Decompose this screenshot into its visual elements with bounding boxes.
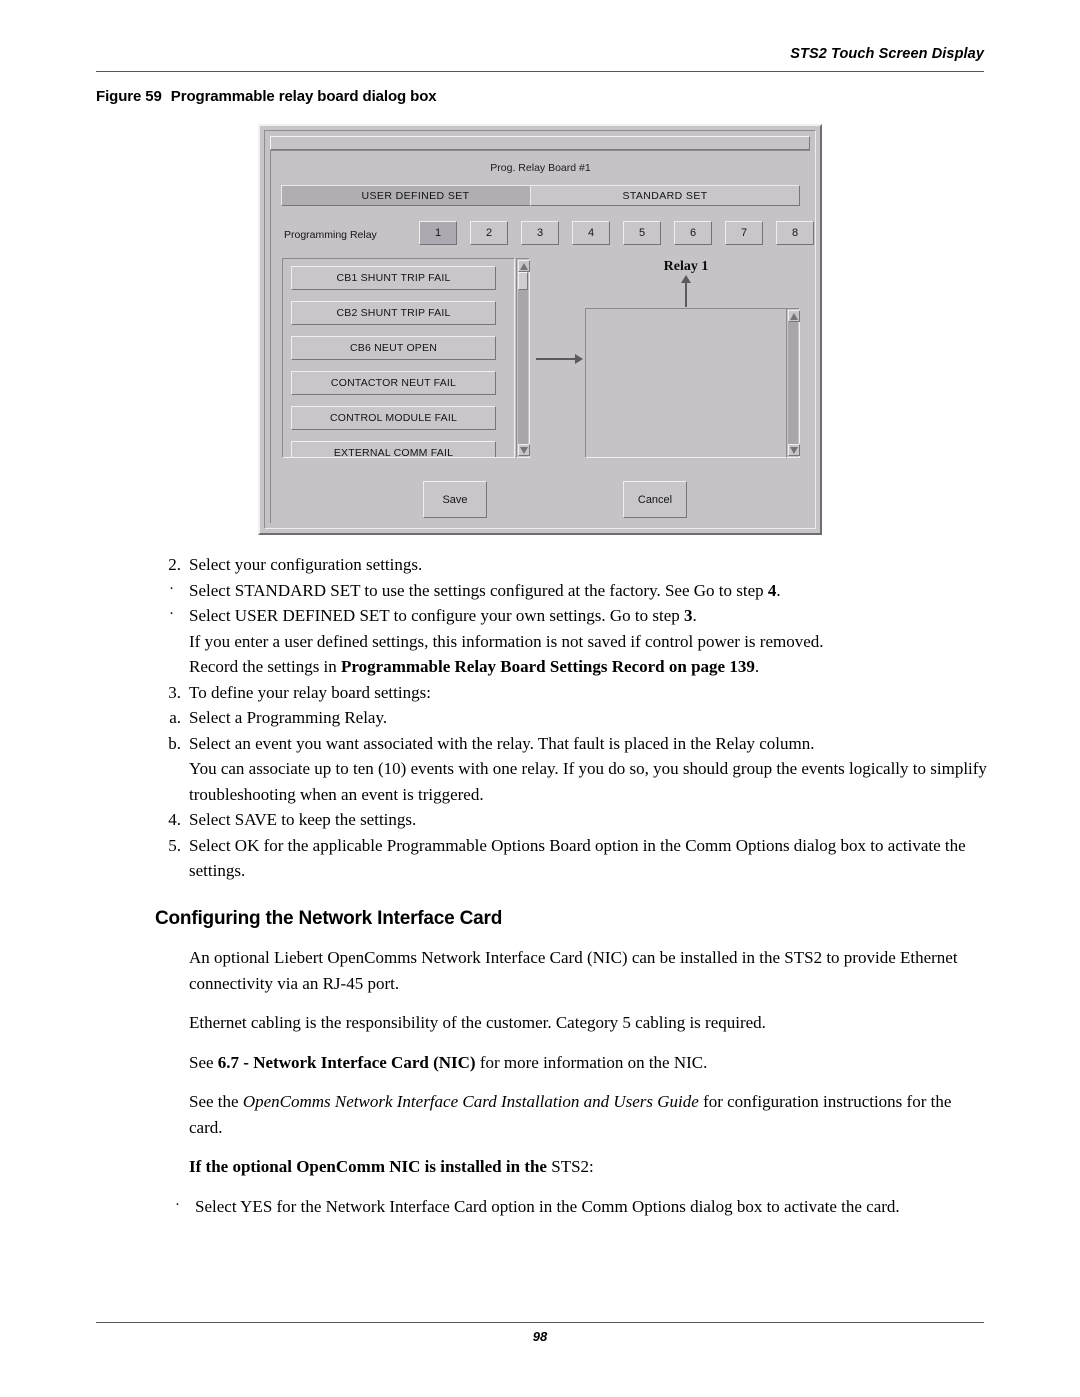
nic-paragraph-2: Ethernet cabling is the responsibility o… [189, 1013, 766, 1032]
step-3a-label: a. [169, 708, 181, 727]
nic-final-bullet: · Select YES for the Network Interface Ca… [173, 1194, 987, 1220]
step-2-note-line-2: Record the settings in Programmable Rela… [155, 654, 987, 680]
nic-paragraph-3-post: for more information on the NIC. [475, 1052, 708, 1072]
nic-conditional-rest: STS2: [551, 1157, 594, 1176]
step-5-text: Select OK for the applicable Programmabl… [189, 835, 966, 881]
step-2-bullet-2: · Select USER DEFINED SET to configure yo… [155, 603, 987, 629]
nic-paragraph-4: See the OpenComms Network Interface Card… [155, 1089, 987, 1140]
nic-conditional-bold: If the optional OpenComm NIC is installe… [189, 1157, 552, 1176]
step-5-number: 5. [168, 835, 181, 855]
step-2-number: 2. [168, 555, 181, 574]
bullet-glyph: · [169, 580, 174, 597]
bullet-glyph: · [175, 1196, 180, 1213]
scrollbar-track[interactable] [788, 322, 798, 444]
step-3b: b. Select an event you want associated wi… [155, 731, 987, 757]
event-list-scrollbar[interactable] [516, 258, 530, 458]
relay-button-7[interactable]: 7 [725, 221, 763, 245]
scroll-down-arrow-icon[interactable] [518, 444, 530, 456]
dialog-titlebar [270, 136, 810, 150]
dialog-body: Prog. Relay Board #1 USER DEFINED SET ST… [270, 150, 814, 523]
relay-button-4[interactable]: 4 [572, 221, 610, 245]
dialog-title: Prog. Relay Board #1 [490, 162, 591, 174]
step-4-text: Select SAVE to keep the settings. [189, 810, 417, 829]
user-defined-set-button[interactable]: USER DEFINED SET [281, 185, 550, 206]
figure-number: Figure 59 [96, 88, 162, 105]
programming-relay-label: Programming Relay [284, 229, 377, 241]
prog-relay-board-dialog: Prog. Relay Board #1 USER DEFINED SET ST… [258, 124, 822, 535]
step-2-note-reference: Programmable Relay Board Settings Record… [341, 657, 755, 676]
nic-paragraph-1: An optional Liebert OpenComms Network In… [189, 948, 958, 993]
relay-button-6[interactable]: 6 [674, 221, 712, 245]
event-list-panel: CB1 SHUNT TRIP FAIL CB2 SHUNT TRIP FAIL … [282, 258, 515, 458]
cancel-button[interactable]: Cancel [623, 481, 687, 518]
step-3b-continued: You can associate up to ten (10) events … [155, 756, 987, 807]
step-3b-label: b. [168, 733, 181, 753]
step-3-text: To define your relay board settings: [189, 682, 431, 702]
step-3: 3. To define your relay board settings: [155, 680, 987, 706]
page-content: 2. Select your configuration settings. · S… [155, 552, 987, 1219]
arrow-up-icon [681, 275, 691, 307]
step-3b-continued-text: You can associate up to ten (10) events … [189, 759, 987, 804]
relay-button-5[interactable]: 5 [623, 221, 661, 245]
scroll-up-arrow-icon[interactable] [788, 310, 800, 322]
arrow-right-icon [536, 354, 583, 364]
nic-paragraph-4-pre: See the [189, 1092, 243, 1111]
event-list-item[interactable]: EXTERNAL COMM FAIL [291, 441, 496, 457]
dialog-inner-frame: Prog. Relay Board #1 USER DEFINED SET ST… [264, 130, 816, 529]
nic-final-bullet-text: Select YES for the Network Interface Car… [195, 1196, 900, 1216]
step-2-note-pre: Record the settings in [189, 657, 342, 676]
relay-button-2[interactable]: 2 [470, 221, 508, 245]
step-3a: a. Select a Programming Relay. [155, 705, 987, 731]
relay-button-8[interactable]: 8 [776, 221, 814, 245]
figure-caption-text: Programmable relay board dialog box [170, 88, 437, 105]
running-head: STS2 Touch Screen Display [790, 46, 984, 62]
event-list-item[interactable]: CONTROL MODULE FAIL [291, 406, 496, 430]
relay-button-3[interactable]: 3 [521, 221, 559, 245]
relay-column-list[interactable] [585, 308, 791, 458]
step-4: 4. Select SAVE to keep the settings. [155, 807, 987, 833]
save-button[interactable]: Save [423, 481, 487, 518]
step-3-number: 3. [168, 682, 181, 702]
nic-paragraph-3-pre: See [189, 1052, 218, 1072]
scroll-down-arrow-icon[interactable] [788, 444, 800, 456]
standard-set-button[interactable]: STANDARD SET [530, 185, 800, 206]
event-list-item[interactable]: CONTACTOR NEUT FAIL [291, 371, 496, 395]
event-list: CB1 SHUNT TRIP FAIL CB2 SHUNT TRIP FAIL … [291, 266, 496, 457]
step-2-bullet-2-pre: Select USER DEFINED SET to configure you… [189, 606, 685, 625]
event-list-item[interactable]: CB2 SHUNT TRIP FAIL [291, 301, 496, 325]
relay-column-scrollbar[interactable] [786, 308, 800, 458]
programming-relay-button-group: 1 2 3 4 5 6 7 8 [419, 221, 814, 245]
footer-rule [96, 1322, 984, 1323]
header-rule [96, 71, 984, 72]
nic-section-reference: 6.7 - Network Interface Card (NIC) [217, 1052, 476, 1072]
event-list-item[interactable]: CB1 SHUNT TRIP FAIL [291, 266, 496, 290]
nic-conditional-heading: If the optional OpenComm NIC is installe… [155, 1154, 987, 1180]
step-2-bullet-2-post: . [692, 606, 697, 625]
step-3a-text: Select a Programming Relay. [189, 708, 388, 727]
scrollbar-thumb[interactable] [518, 272, 528, 290]
step-4-number: 4. [168, 810, 181, 829]
step-2-note-post: . [754, 657, 760, 676]
step-2-bullet-2-bold: 3 [684, 606, 693, 625]
step-2: 2. Select your configuration settings. [155, 552, 987, 578]
step-2-bullet-1: · Select STANDARD SET to use the settings… [155, 578, 987, 604]
section-heading: Configuring the Network Interface Card [155, 907, 503, 929]
step-2-bullet-1-pre: Select STANDARD SET to use the settings … [189, 580, 768, 600]
nic-guide-title: OpenComms Network Interface Card Install… [242, 1092, 699, 1111]
nic-paragraph-3: See 6.7 - Network Interface Card (NIC) f… [155, 1050, 987, 1076]
scroll-up-arrow-icon[interactable] [518, 260, 530, 272]
set-selector-row: USER DEFINED SET STANDARD SET [281, 185, 800, 206]
scrollbar-track[interactable] [518, 272, 528, 444]
relay-column-title: Relay 1 [663, 259, 709, 274]
step-2-text: Select your configuration settings. [189, 555, 423, 574]
figure-caption: Figure 59 Programmable relay board dialog… [96, 88, 437, 105]
step-5: 5. Select OK for the applicable Programma… [155, 833, 987, 884]
event-list-item[interactable]: CB6 NEUT OPEN [291, 336, 496, 360]
step-2-note-line-1: If you enter a user defined settings, th… [189, 631, 824, 651]
bullet-glyph: · [169, 606, 174, 622]
step-2-bullet-1-post: . [776, 580, 781, 600]
page-number: 98 [532, 1329, 548, 1344]
step-3b-text: Select an event you want associated with… [189, 733, 815, 753]
relay-button-1[interactable]: 1 [419, 221, 457, 245]
